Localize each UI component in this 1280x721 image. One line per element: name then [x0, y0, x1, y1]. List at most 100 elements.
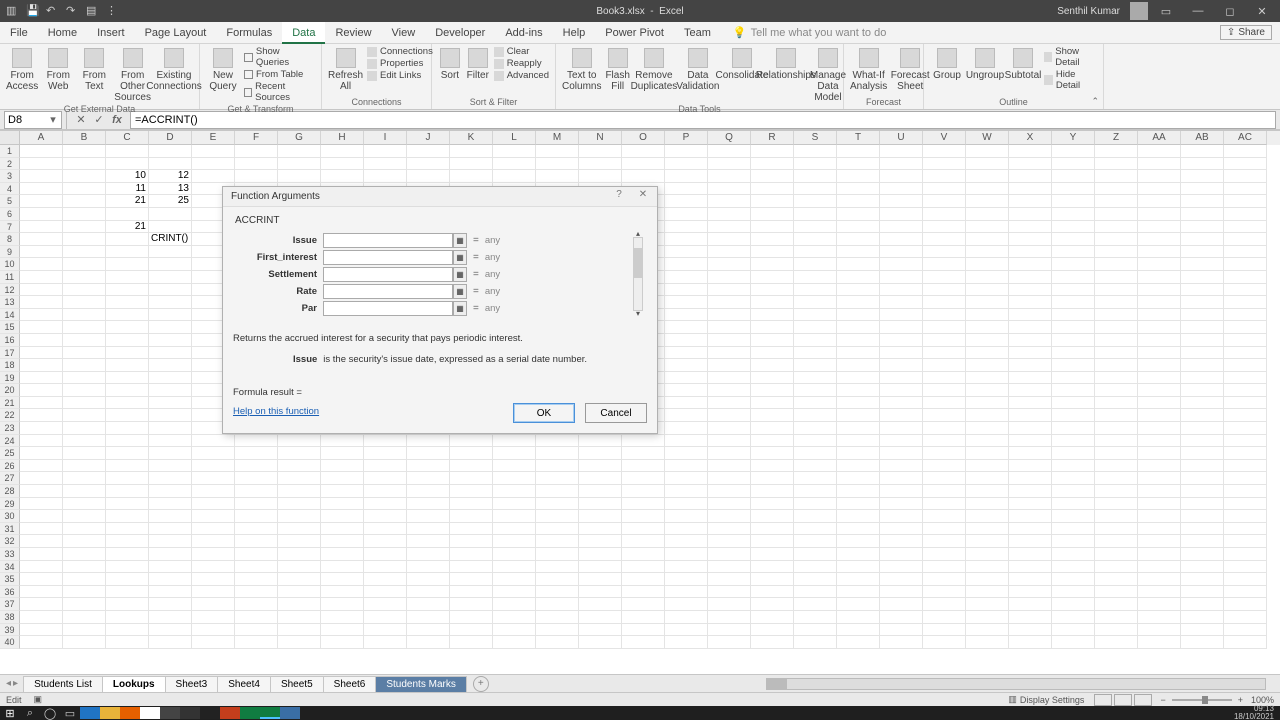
cell-D2[interactable]	[149, 158, 192, 171]
cell-A9[interactable]	[20, 246, 63, 259]
cell-L39[interactable]	[493, 624, 536, 637]
cell-A32[interactable]	[20, 535, 63, 548]
cell-M29[interactable]	[536, 498, 579, 511]
cell-Z37[interactable]	[1095, 598, 1138, 611]
cell-AB2[interactable]	[1181, 158, 1224, 171]
cell-B38[interactable]	[63, 611, 106, 624]
cell-V28[interactable]	[923, 485, 966, 498]
cell-N36[interactable]	[579, 586, 622, 599]
clear-item[interactable]: Clear	[494, 46, 549, 57]
cell-G26[interactable]	[278, 460, 321, 473]
cell-C19[interactable]	[106, 372, 149, 385]
enter-formula-icon[interactable]: ✓	[90, 113, 108, 126]
cell-AC27[interactable]	[1224, 472, 1267, 485]
row-header-38[interactable]: 38	[0, 611, 20, 624]
cell-Y28[interactable]	[1052, 485, 1095, 498]
cell-T2[interactable]	[837, 158, 880, 171]
cell-AB26[interactable]	[1181, 460, 1224, 473]
cell-W16[interactable]	[966, 334, 1009, 347]
cell-M37[interactable]	[536, 598, 579, 611]
page-break-view-icon[interactable]	[1134, 694, 1152, 706]
tell-me[interactable]: 💡Tell me what you want to do	[721, 26, 886, 39]
cell-W6[interactable]	[966, 208, 1009, 221]
cell-K32[interactable]	[450, 535, 493, 548]
cell-T4[interactable]	[837, 183, 880, 196]
cell-Y5[interactable]	[1052, 195, 1095, 208]
filter-button[interactable]: Filter	[466, 46, 490, 81]
cell-U29[interactable]	[880, 498, 923, 511]
cell-P36[interactable]	[665, 586, 708, 599]
cell-R35[interactable]	[751, 573, 794, 586]
cell-T30[interactable]	[837, 510, 880, 523]
cell-F24[interactable]	[235, 435, 278, 448]
cell-Y33[interactable]	[1052, 548, 1095, 561]
cell-P16[interactable]	[665, 334, 708, 347]
cell-AB22[interactable]	[1181, 409, 1224, 422]
cell-Y29[interactable]	[1052, 498, 1095, 511]
cell-R26[interactable]	[751, 460, 794, 473]
ungroup-button[interactable]: Ungroup	[968, 46, 1002, 81]
cell-W14[interactable]	[966, 309, 1009, 322]
cell-B22[interactable]	[63, 409, 106, 422]
cell-U4[interactable]	[880, 183, 923, 196]
cell-L2[interactable]	[493, 158, 536, 171]
cell-M33[interactable]	[536, 548, 579, 561]
cell-W5[interactable]	[966, 195, 1009, 208]
cell-A27[interactable]	[20, 472, 63, 485]
cell-U32[interactable]	[880, 535, 923, 548]
cell-Q25[interactable]	[708, 447, 751, 460]
cell-F28[interactable]	[235, 485, 278, 498]
cell-Z10[interactable]	[1095, 258, 1138, 271]
cell-Z21[interactable]	[1095, 397, 1138, 410]
cell-P25[interactable]	[665, 447, 708, 460]
cell-AA26[interactable]	[1138, 460, 1181, 473]
zoom-in-icon[interactable]: +	[1238, 695, 1243, 705]
cell-U30[interactable]	[880, 510, 923, 523]
cell-C32[interactable]	[106, 535, 149, 548]
cell-AC31[interactable]	[1224, 523, 1267, 536]
cell-S16[interactable]	[794, 334, 837, 347]
edge-icon[interactable]	[80, 707, 100, 719]
cell-X36[interactable]	[1009, 586, 1052, 599]
cell-T23[interactable]	[837, 422, 880, 435]
cell-T35[interactable]	[837, 573, 880, 586]
cell-Q26[interactable]	[708, 460, 751, 473]
cell-AB40[interactable]	[1181, 636, 1224, 649]
cell-A5[interactable]	[20, 195, 63, 208]
dialog-close-icon[interactable]: ✕	[633, 189, 653, 200]
cell-A23[interactable]	[20, 422, 63, 435]
cell-P35[interactable]	[665, 573, 708, 586]
cell-U7[interactable]	[880, 221, 923, 234]
sheet-tab-sheet5[interactable]: Sheet5	[270, 676, 324, 692]
cell-A33[interactable]	[20, 548, 63, 561]
cell-T39[interactable]	[837, 624, 880, 637]
refresh-all-button[interactable]: Refresh All	[328, 46, 363, 92]
cell-J25[interactable]	[407, 447, 450, 460]
cell-A36[interactable]	[20, 586, 63, 599]
cell-D31[interactable]	[149, 523, 192, 536]
cell-Q2[interactable]	[708, 158, 751, 171]
cell-A34[interactable]	[20, 561, 63, 574]
col-header-R[interactable]: R	[751, 131, 794, 145]
cell-P29[interactable]	[665, 498, 708, 511]
cell-U10[interactable]	[880, 258, 923, 271]
cell-Y4[interactable]	[1052, 183, 1095, 196]
cell-C39[interactable]	[106, 624, 149, 637]
cell-Q35[interactable]	[708, 573, 751, 586]
cell-L35[interactable]	[493, 573, 536, 586]
cell-AA24[interactable]	[1138, 435, 1181, 448]
cell-Z36[interactable]	[1095, 586, 1138, 599]
cell-B30[interactable]	[63, 510, 106, 523]
cell-M1[interactable]	[536, 145, 579, 158]
cell-Q18[interactable]	[708, 359, 751, 372]
cell-S37[interactable]	[794, 598, 837, 611]
collapse-ribbon-icon[interactable]: ⌃	[1091, 96, 1099, 107]
cell-P32[interactable]	[665, 535, 708, 548]
cell-J24[interactable]	[407, 435, 450, 448]
range-select-icon[interactable]: ▦	[453, 267, 467, 282]
cell-B7[interactable]	[63, 221, 106, 234]
cell-Y31[interactable]	[1052, 523, 1095, 536]
cell-Q8[interactable]	[708, 233, 751, 246]
cell-P37[interactable]	[665, 598, 708, 611]
cell-AC17[interactable]	[1224, 347, 1267, 360]
